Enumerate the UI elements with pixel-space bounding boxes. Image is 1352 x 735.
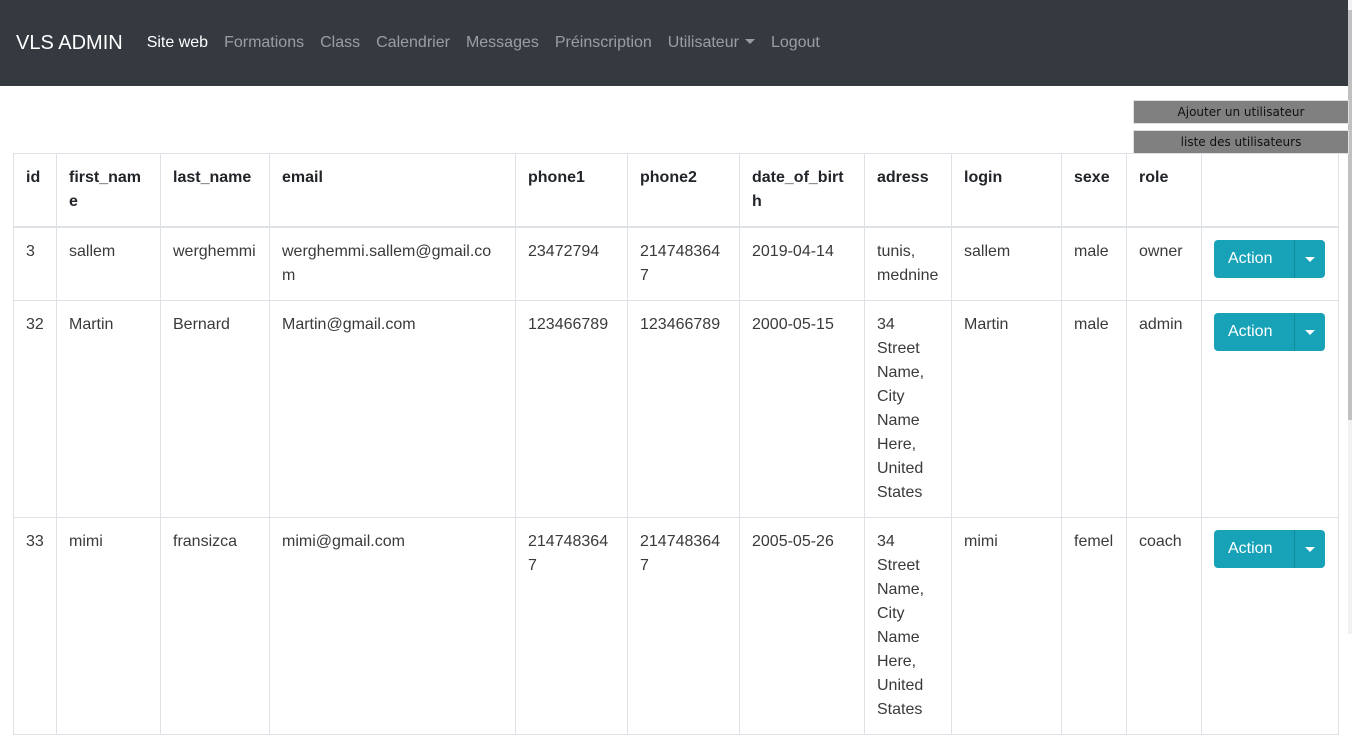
cell-date-of-birth: 2019-04-14	[739, 226, 865, 301]
cell-role: admin	[1126, 300, 1202, 518]
cell-first-name: sallem	[56, 226, 161, 301]
header-sexe: sexe	[1061, 153, 1127, 228]
header-email: email	[269, 153, 516, 228]
action-dropdown-toggle[interactable]	[1294, 240, 1325, 278]
cell-action: Action	[1201, 300, 1339, 518]
cell-sexe: male	[1061, 300, 1127, 518]
nav-formations[interactable]: Formations	[216, 34, 312, 52]
nav-calendrier[interactable]: Calendrier	[368, 34, 458, 52]
action-split-button: Action	[1214, 240, 1325, 278]
action-split-button: Action	[1214, 530, 1325, 568]
cell-adress: 34 Street Name, City Name Here, United S…	[864, 300, 952, 518]
cell-role: coach	[1126, 517, 1202, 735]
cell-id: 3	[13, 226, 57, 301]
cell-first-name: mimi	[56, 517, 161, 735]
cell-first-name: Martin	[56, 300, 161, 518]
nav-utilisateur-dropdown[interactable]: Utilisateur	[660, 34, 763, 52]
cell-email: mimi@gmail.com	[269, 517, 516, 735]
table-row: 3 sallem werghemmi werghemmi.sallem@gmai…	[13, 226, 1339, 301]
caret-down-icon	[744, 39, 755, 44]
cell-action: Action	[1201, 517, 1339, 735]
cell-last-name: werghemmi	[160, 226, 270, 301]
table-row: 32 Martin Bernard Martin@gmail.com 12346…	[13, 300, 1339, 518]
cell-id: 33	[13, 517, 57, 735]
cell-date-of-birth: 2000-05-15	[739, 300, 865, 518]
cell-id: 32	[13, 300, 57, 518]
action-dropdown-toggle[interactable]	[1294, 530, 1325, 568]
brand-logo[interactable]: VLS ADMIN	[16, 32, 123, 55]
action-button[interactable]: Action	[1214, 530, 1295, 568]
cell-login: sallem	[951, 226, 1062, 301]
caret-down-icon	[1305, 546, 1316, 552]
cell-email: Martin@gmail.com	[269, 300, 516, 518]
users-table: id first_name last_name email phone1 pho…	[13, 153, 1339, 735]
cell-adress: tunis, mednine	[864, 226, 952, 301]
header-date-of-birth: date_of_birth	[739, 153, 865, 228]
nav-utilisateur-label: Utilisateur	[667, 34, 739, 51]
page-scrollbar[interactable]	[1348, 0, 1352, 634]
cell-action: Action	[1201, 226, 1339, 301]
header-role: role	[1126, 153, 1202, 228]
nav-logout[interactable]: Logout	[763, 34, 828, 52]
cell-login: mimi	[951, 517, 1062, 735]
nav-preinscription[interactable]: Préinscription	[547, 34, 660, 52]
action-split-button: Action	[1214, 313, 1325, 351]
caret-down-icon	[1305, 256, 1316, 262]
table-header-row: id first_name last_name email phone1 pho…	[13, 153, 1339, 228]
header-first-name: first_name	[56, 153, 161, 228]
header-phone2: phone2	[627, 153, 740, 228]
cell-phone1: 23472794	[515, 226, 628, 301]
cell-adress: 34 Street Name, City Name Here, United S…	[864, 517, 952, 735]
cell-login: Martin	[951, 300, 1062, 518]
cell-phone1: 123466789	[515, 300, 628, 518]
table-row: 33 mimi fransizca mimi@gmail.com 2147483…	[13, 517, 1339, 735]
nav-messages[interactable]: Messages	[458, 34, 547, 52]
nav-class[interactable]: Class	[312, 34, 368, 52]
top-navbar: VLS ADMIN Site web Formations Class Cale…	[0, 0, 1352, 86]
header-adress: adress	[864, 153, 952, 228]
cell-phone2: 2147483647	[627, 226, 740, 301]
header-id: id	[13, 153, 57, 228]
scrollbar-thumb[interactable]	[1348, 10, 1352, 420]
cell-phone1: 2147483647	[515, 517, 628, 735]
cell-phone2: 123466789	[627, 300, 740, 518]
list-users-button[interactable]: liste des utilisateurs	[1133, 130, 1349, 154]
cell-role: owner	[1126, 226, 1202, 301]
action-dropdown-toggle[interactable]	[1294, 313, 1325, 351]
cell-date-of-birth: 2005-05-26	[739, 517, 865, 735]
cell-sexe: male	[1061, 226, 1127, 301]
header-last-name: last_name	[160, 153, 270, 228]
action-button[interactable]: Action	[1214, 240, 1295, 278]
cell-email: werghemmi.sallem@gmail.com	[269, 226, 516, 301]
action-button[interactable]: Action	[1214, 313, 1295, 351]
cell-last-name: fransizca	[160, 517, 270, 735]
cell-phone2: 2147483647	[627, 517, 740, 735]
cell-last-name: Bernard	[160, 300, 270, 518]
header-login: login	[951, 153, 1062, 228]
add-user-button[interactable]: Ajouter un utilisateur	[1133, 100, 1349, 124]
nav-site-web[interactable]: Site web	[139, 34, 216, 52]
caret-down-icon	[1305, 329, 1316, 335]
cell-sexe: femel	[1061, 517, 1127, 735]
header-action	[1201, 153, 1339, 228]
header-phone1: phone1	[515, 153, 628, 228]
